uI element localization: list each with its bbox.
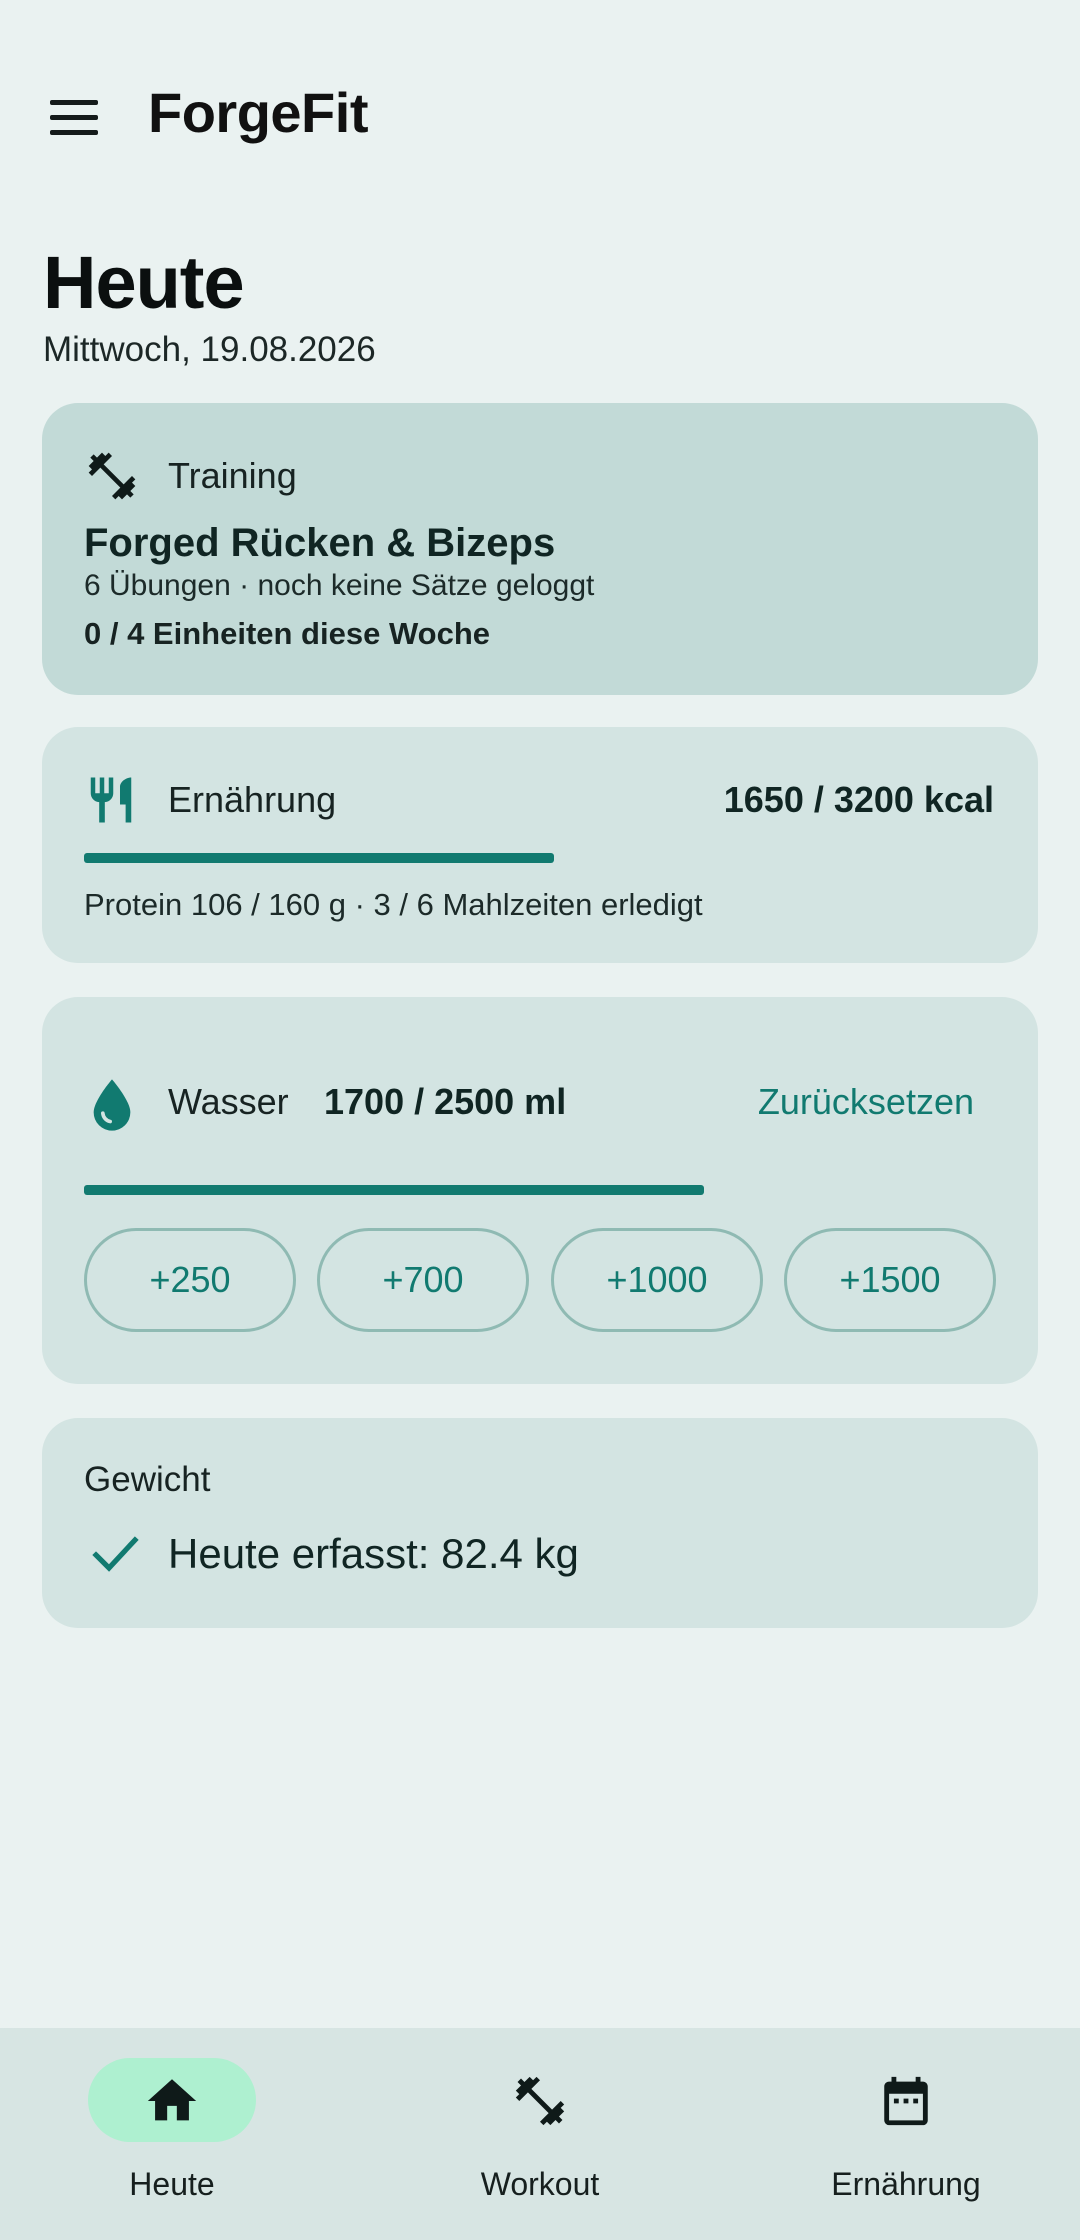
home-icon (147, 2079, 197, 2121)
nav-item-workout[interactable]: Workout (370, 2058, 710, 2218)
top-app-bar: ForgeFit (0, 60, 1080, 170)
nav-label-workout: Workout (480, 2166, 600, 2202)
add-water-250-button[interactable]: +250 (84, 1228, 296, 1332)
menu-icon[interactable] (44, 96, 104, 140)
page-title: Heute (43, 241, 245, 324)
water-label: Wasser (168, 1081, 289, 1122)
nutrition-card[interactable]: Ernährung 1650 / 3200 kcal Protein 106 /… (42, 727, 1038, 963)
water-card: Wasser 1700 / 2500 ml Zurücksetzen +250 … (42, 997, 1038, 1384)
weight-value: Heute erfasst: 82.4 kg (168, 1530, 579, 1577)
water-progress-fill (84, 1185, 705, 1195)
nav-item-ernaehrung[interactable]: Ernährung (736, 2058, 1076, 2218)
add-water-700-button[interactable]: +700 (317, 1228, 529, 1332)
dumbbell-icon (515, 2076, 565, 2126)
water-amount: 1700 / 2500 ml (324, 1081, 567, 1122)
water-add-chips: +250 +700 +1000 +1500 (84, 1228, 996, 1332)
nav-label-ernaehrung: Ernährung (831, 2166, 981, 2202)
training-label: Training (168, 455, 297, 496)
page-date: Mittwoch, 19.08.2026 (43, 330, 376, 369)
weight-label: Gewicht (84, 1460, 211, 1499)
weight-card[interactable]: Gewicht Heute erfasst: 82.4 kg (42, 1418, 1038, 1628)
restaurant-icon (90, 777, 132, 823)
bottom-navigation: Heute Workout Ernährung (0, 2028, 1080, 2240)
check-icon (92, 1536, 139, 1572)
app-title: ForgeFit (148, 81, 368, 144)
water-drop-icon (93, 1079, 131, 1131)
training-card[interactable]: Training Forged Rücken & Bizeps 6 Übunge… (42, 403, 1038, 695)
calories-value: 1650 / 3200 kcal (723, 779, 994, 820)
add-water-1000-button[interactable]: +1000 (551, 1228, 763, 1332)
water-progress (84, 1185, 996, 1195)
nutrition-summary: Protein 106 / 160 g · 3 / 6 Mahlzeiten e… (84, 887, 703, 922)
workout-summary: 6 Übungen · noch keine Sätze geloggt (84, 569, 595, 602)
weekly-sessions: 0 / 4 Einheiten diese Woche (84, 616, 490, 651)
workout-name: Forged Rücken & Bizeps (84, 521, 556, 565)
add-water-1500-button[interactable]: +1500 (784, 1228, 996, 1332)
app-root: ForgeFit Heute Mittwoch, 19.08.2026 Trai… (0, 0, 1080, 2240)
reset-water-button[interactable]: Zurücksetzen (758, 1081, 974, 1123)
nutrition-label: Ernährung (168, 779, 337, 820)
calendar-icon (884, 2076, 928, 2126)
calories-progress (84, 853, 996, 863)
nav-item-heute[interactable]: Heute (2, 2058, 342, 2218)
nav-label-heute: Heute (129, 2166, 215, 2202)
calories-progress-fill (84, 853, 555, 863)
dumbbell-icon (88, 452, 136, 500)
